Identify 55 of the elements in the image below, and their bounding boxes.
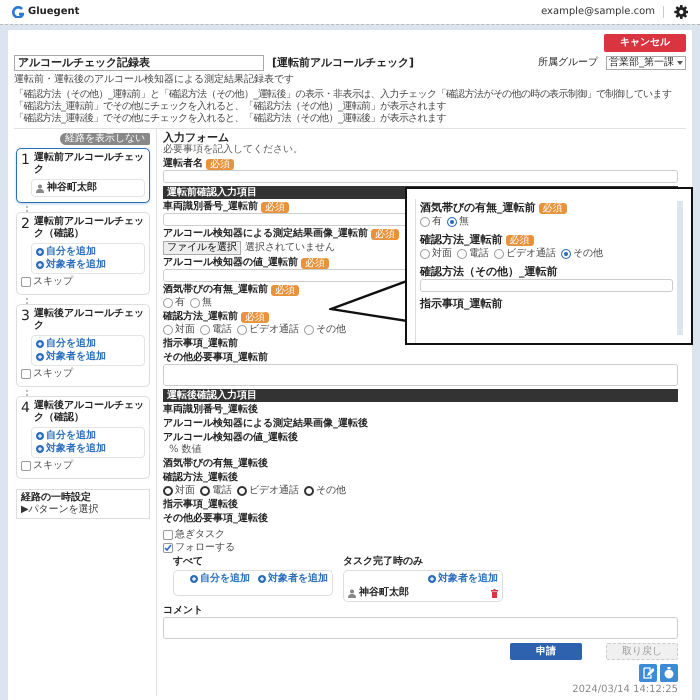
field-label: 指示事項_運転前 [163, 338, 238, 350]
field-label: その他必要事項_運転前 [163, 352, 268, 364]
required-badge: 必須 [301, 258, 329, 268]
form-description: 運転前・運転後のアルコール検知器による測定結果記録表です [14, 74, 295, 86]
field-label: 車両識別番号_運転後 [163, 404, 258, 416]
comment-label: コメント [163, 605, 204, 617]
timestamp: 2024/03/14 14:12:25 [571, 684, 678, 696]
required-badge: 必須 [371, 228, 399, 240]
step-number: 3 [21, 308, 30, 326]
form-title: 入力フォーム [163, 132, 229, 144]
field-label: アルコール検知器の値_運転後 [163, 432, 298, 444]
step-name: [運転前アルコールチェック] [272, 57, 416, 69]
follower-group-title: すべて [173, 556, 204, 568]
note-text: 「確認方法（その他）_運転前」と「確認方法（その他）_運転後」の表示・非表示は、入力チェック「確認方法がその他の時の表示制御」で制御しています [14, 89, 672, 100]
required-badge: 必須 [506, 234, 534, 246]
required-badge: 必須 [261, 202, 289, 212]
field-label: アルコール検知器による測定結果画像_運転後 [163, 418, 368, 430]
step-number: 4 [21, 400, 30, 418]
field-label: その他必要事項_運転後 [163, 513, 268, 525]
field-label: 酒気帯びの有無_運転前 [420, 201, 536, 215]
field-label: 指示事項_運転前 [420, 297, 502, 311]
field-label: 確認方法_運転後 [163, 472, 238, 484]
field-label: 確認方法_運転前 [420, 233, 502, 247]
user-name: 神谷町太郎 [47, 182, 97, 194]
user-email: example@sample.com [541, 6, 664, 18]
field-label: 確認方法_運転前 [163, 311, 238, 323]
required-badge: 必須 [241, 312, 269, 322]
field-label: 酒気帯びの有無_運転前 [163, 284, 268, 296]
logo-text: Gluegent [28, 6, 80, 18]
note-text: 「確認方法_運転後」でその他にチェックを入れると、「確認方法（その他）_運転後」が表示されます [14, 113, 447, 125]
field-value: % 数値 [168, 444, 203, 456]
step-title: 運転前アルコールチェック（確認） [34, 216, 145, 240]
step-number: 1 [21, 152, 30, 170]
field-label: 運転者名 [163, 158, 203, 170]
step-title: 運転後アルコールチェック [34, 308, 145, 332]
required-badge: 必須 [271, 284, 299, 296]
step-title: 運転前アルコールチェック [34, 152, 145, 176]
field-label: アルコール検知器による測定結果画像_運転前 [163, 228, 368, 240]
user-name: 神谷町太郎 [359, 587, 409, 599]
required-badge: 必須 [538, 202, 566, 214]
section-header: 運転後確認入力項目 [163, 389, 678, 402]
route-setting-title: 経路の一時設定 [21, 492, 92, 504]
field-label: 指示事項_運転後 [163, 499, 238, 511]
step-number: 2 [21, 216, 30, 234]
note-text: 「確認方法_運転前」でその他にチェックを入れると、「確認方法（その他）_運転前」が表示されます [14, 101, 447, 112]
field-label: 酒気帯びの有無_運転後 [163, 458, 268, 470]
field-label: アルコール検知器の値_運転前 [163, 257, 298, 269]
field-label: 確認方法（その他）_運転前 [420, 265, 558, 279]
file-status: 選択されていません [245, 242, 335, 254]
step-title: 運転後アルコールチェック（確認） [34, 400, 145, 424]
required-badge: 必須 [206, 158, 234, 170]
form-hint: 必要事項を記入してください。 [163, 144, 304, 156]
group-label: 所属グループ [538, 57, 598, 69]
follower-group-title: タスク完了時のみ [343, 556, 424, 568]
field-label: 車両識別番号_運転前 [163, 201, 258, 213]
